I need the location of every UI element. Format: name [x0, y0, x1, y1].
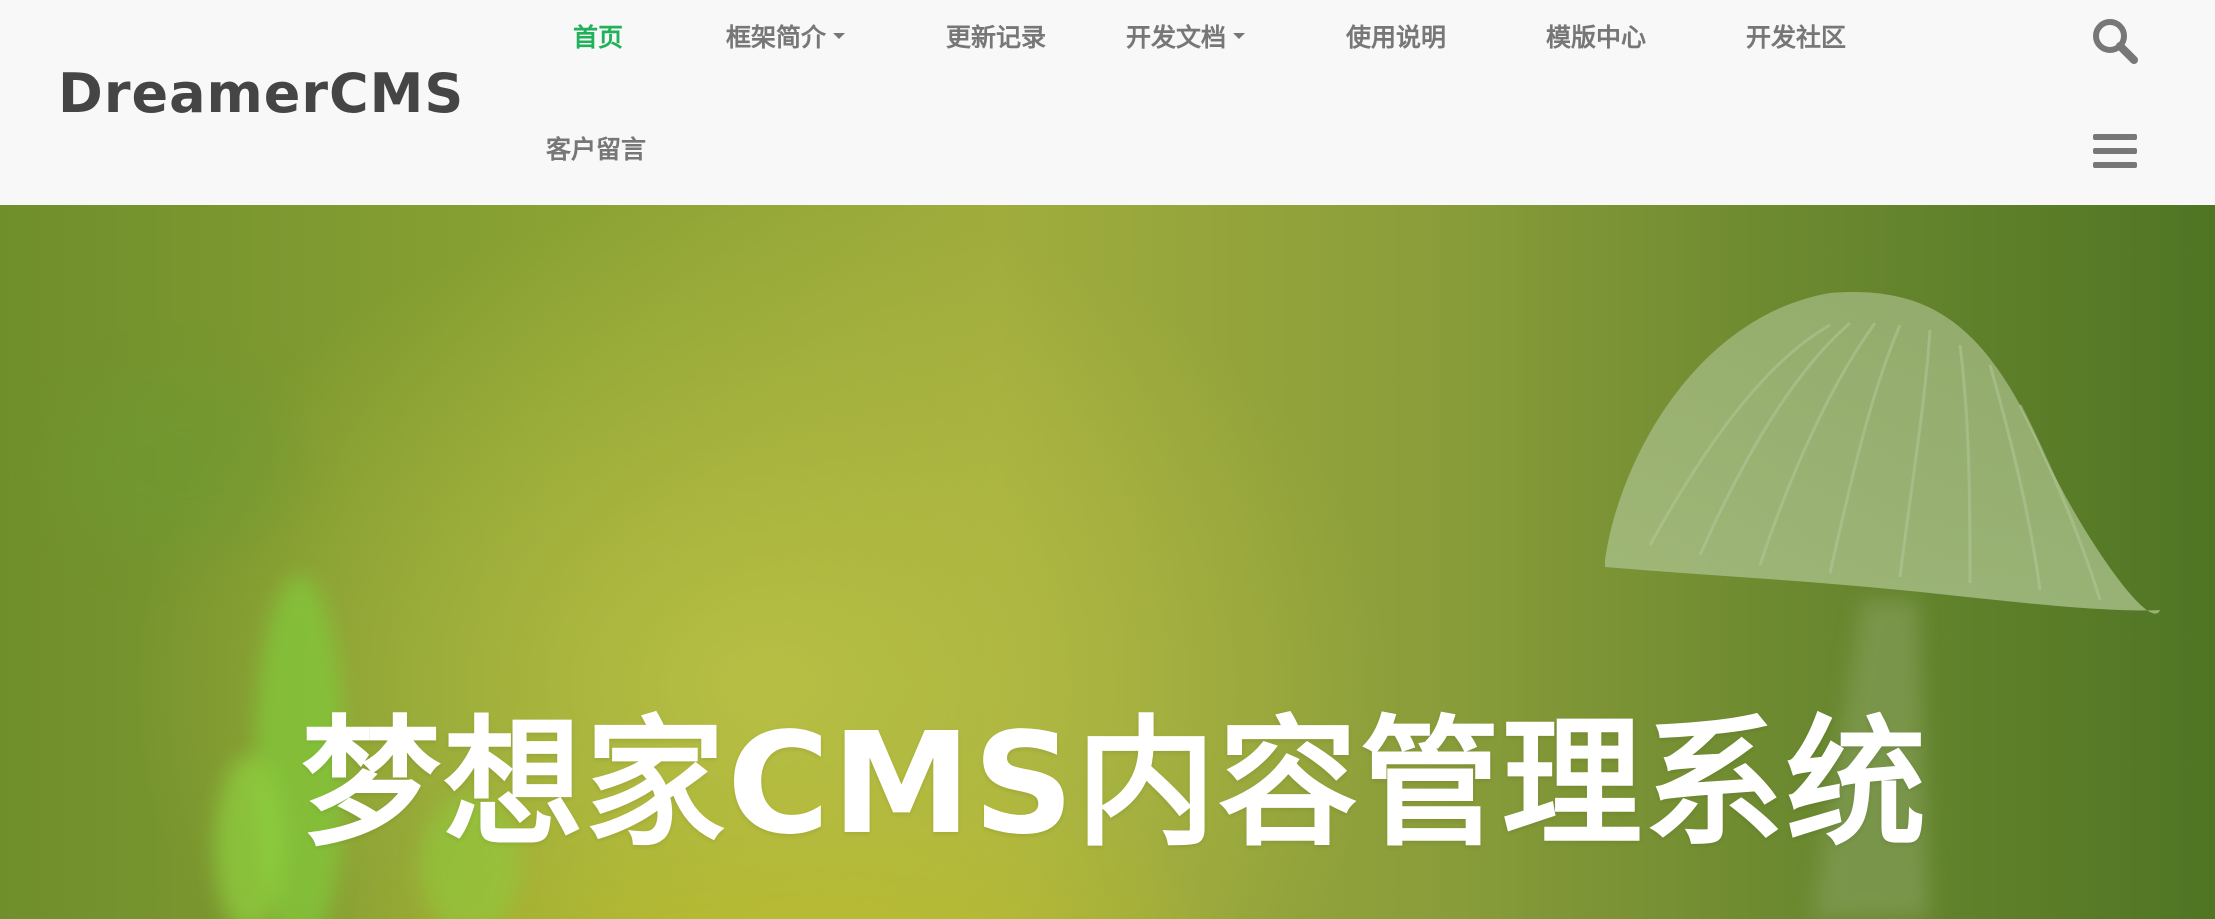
nav-item-dev-docs[interactable]: 开发文档 — [1126, 18, 1246, 58]
page: DreamerCMS 首页 框架简介 更新记录 开发文档 使用说明 模版中心 开… — [0, 0, 2215, 919]
nav-label: 开发社区 — [1746, 23, 1847, 52]
nav-label: 模版中心 — [1546, 23, 1647, 52]
nav-item-framework-intro[interactable]: 框架简介 — [726, 18, 846, 58]
site-header: DreamerCMS 首页 框架简介 更新记录 开发文档 使用说明 模版中心 开… — [0, 0, 2215, 205]
caret-down-icon — [1233, 33, 1246, 39]
nav-item-guestbook[interactable]: 客户留言 — [546, 130, 646, 170]
nav-label: 更新记录 — [946, 23, 1047, 52]
site-logo[interactable]: DreamerCMS — [58, 54, 464, 134]
nav-item-usage-guide[interactable]: 使用说明 — [1346, 18, 1446, 58]
hero-banner: 梦想家CMS内容管理系统 — [0, 205, 2215, 919]
nav-label: 框架简介 — [726, 23, 827, 52]
nav-item-home[interactable]: 首页 — [573, 18, 623, 58]
nav-item-community[interactable]: 开发社区 — [1746, 18, 1846, 58]
nav-label: 客户留言 — [546, 135, 647, 164]
nav-label: 使用说明 — [1346, 23, 1447, 52]
nav-label: 开发文档 — [1126, 23, 1227, 52]
nav-item-changelog[interactable]: 更新记录 — [946, 18, 1046, 58]
search-icon[interactable] — [2090, 16, 2140, 66]
hamburger-menu-icon[interactable] — [2090, 126, 2140, 176]
hero-title: 梦想家CMS内容管理系统 — [301, 703, 1928, 866]
nav-label: 首页 — [573, 23, 624, 52]
caret-down-icon — [833, 33, 846, 39]
nav-item-template-center[interactable]: 模版中心 — [1546, 18, 1646, 58]
